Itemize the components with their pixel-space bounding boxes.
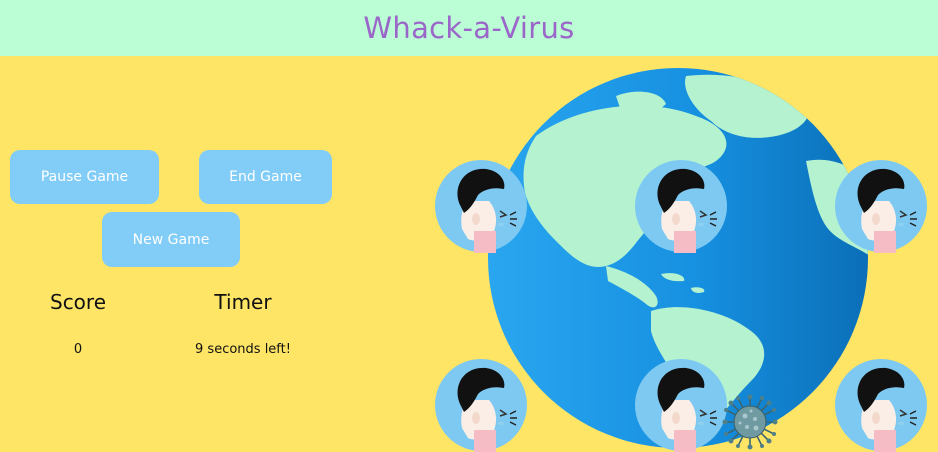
header-bar: Whack-a-Virus	[0, 0, 938, 56]
score-label: Score	[49, 290, 107, 314]
person-sneezing-icon[interactable]	[634, 358, 728, 452]
game-title: Whack-a-Virus	[363, 11, 575, 45]
pause-game-button[interactable]: Pause Game	[10, 150, 159, 204]
timer-value: 9 seconds left!	[195, 342, 291, 357]
score-value: 0	[73, 342, 83, 357]
person-sneezing-icon[interactable]	[434, 159, 528, 253]
timer-label: Timer	[214, 290, 272, 314]
person-sneezing-icon[interactable]	[434, 358, 528, 452]
end-game-button[interactable]: End Game	[199, 150, 332, 204]
new-game-button[interactable]: New Game	[102, 212, 240, 267]
person-sneezing-icon[interactable]	[834, 159, 928, 253]
virus-icon[interactable]	[722, 394, 778, 450]
person-sneezing-icon[interactable]	[834, 358, 928, 452]
person-sneezing-icon[interactable]	[634, 159, 728, 253]
